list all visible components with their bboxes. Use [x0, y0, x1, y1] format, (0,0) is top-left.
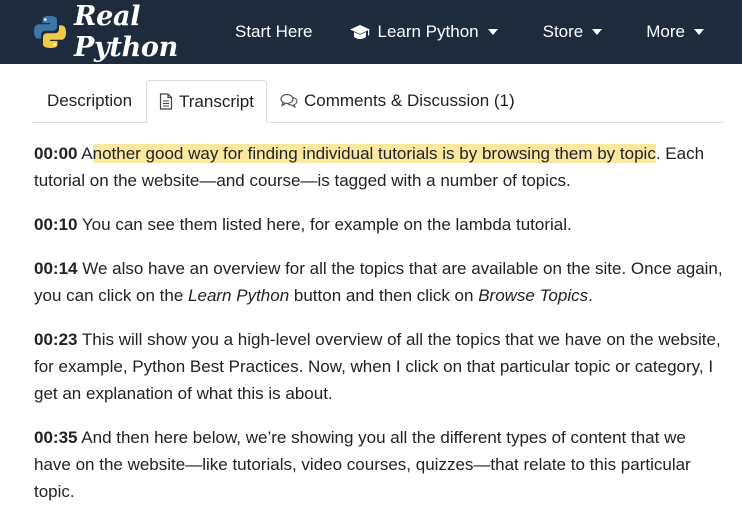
nav-learn-python-label: Learn Python: [377, 22, 479, 41]
timestamp-link[interactable]: 00:23: [34, 330, 77, 349]
nav-start-here-label: Start Here: [235, 22, 313, 41]
transcript-entry: 00:14 We also have an overview for all t…: [34, 255, 724, 309]
chevron-down-icon: [487, 29, 498, 35]
emphasis-text: Browse Topics: [478, 286, 589, 305]
tab-description[interactable]: Description: [32, 80, 147, 121]
timestamp-link[interactable]: 00:35: [34, 428, 77, 447]
document-icon: [159, 93, 173, 110]
content-tabs: Description Transcript Comments & Discus…: [32, 80, 724, 123]
nav-learn-python-dropdown[interactable]: Learn Python: [349, 22, 498, 42]
transcript-text: .: [588, 286, 593, 305]
highlighted-transcript-text: nother good way for finding individual t…: [92, 144, 656, 163]
tab-transcript-label: Transcript: [179, 91, 254, 111]
timestamp-link[interactable]: 00:00: [34, 144, 77, 163]
brand-name: Real Python: [74, 1, 178, 63]
chevron-down-icon: [694, 29, 704, 35]
transcript-panel: 00:00 Another good way for finding indiv…: [34, 140, 724, 522]
python-logo-icon: [32, 14, 68, 50]
comments-icon: [280, 93, 298, 108]
transcript-text: A: [81, 144, 93, 163]
nav-more-label: More: [646, 22, 685, 41]
transcript-text: This will show you a high-level overview…: [34, 330, 721, 403]
brand-logo-link[interactable]: Real Python: [32, 1, 202, 63]
chevron-down-icon: [592, 29, 603, 35]
nav-store-label: Store: [542, 22, 584, 41]
nav-start-here[interactable]: Start Here: [235, 22, 312, 42]
nav-more-dropdown[interactable]: More: [646, 22, 704, 42]
tab-comments-discussion[interactable]: Comments & Discussion (1): [280, 80, 515, 121]
transcript-entry: 00:35 And then here below, we’re showing…: [34, 424, 724, 505]
tab-transcript[interactable]: Transcript: [146, 80, 267, 123]
top-navbar: Real Python Start Here Learn Python Stor…: [0, 0, 742, 64]
transcript-entry: 00:00 Another good way for finding indiv…: [34, 140, 724, 194]
tab-description-label: Description: [47, 90, 133, 110]
transcript-text: button and then click on: [289, 286, 479, 305]
tab-comments-label: Comments & Discussion (1): [304, 90, 515, 110]
timestamp-link[interactable]: 00:14: [34, 259, 77, 278]
transcript-text: You can see them listed here, for exampl…: [81, 215, 572, 234]
nav-store-dropdown[interactable]: Store: [543, 22, 603, 42]
transcript-text: And then here below, we’re showing you a…: [34, 428, 691, 501]
transcript-entry: 00:10 You can see them listed here, for …: [34, 211, 724, 238]
graduation-cap-icon: [349, 24, 371, 40]
timestamp-link[interactable]: 00:10: [34, 215, 77, 234]
transcript-entry: 00:23 This will show you a high-level ov…: [34, 326, 724, 407]
emphasis-text: Learn Python: [188, 286, 290, 305]
